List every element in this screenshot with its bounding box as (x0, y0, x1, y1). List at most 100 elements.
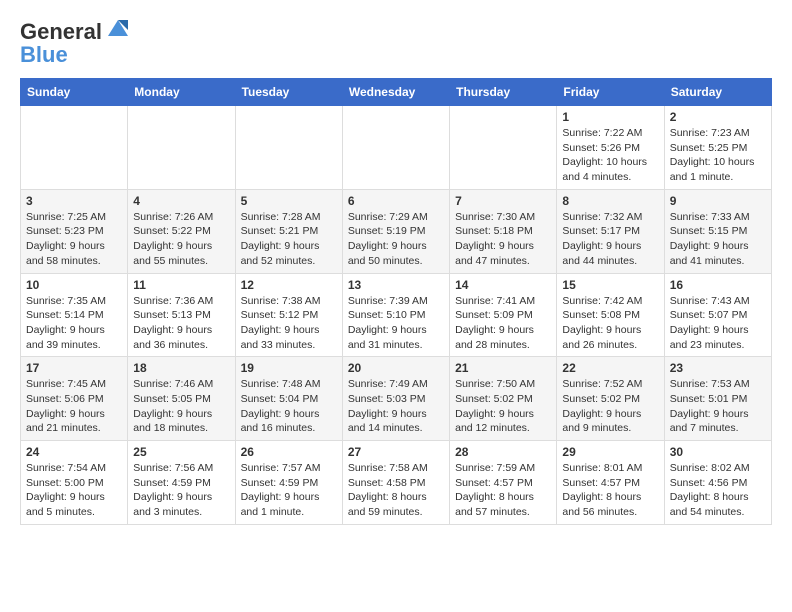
table-row (128, 106, 235, 190)
calendar-week-row: 10 Sunrise: 7:35 AM Sunset: 5:14 PM Dayli… (21, 273, 772, 357)
day-info: Sunrise: 7:57 AM Sunset: 4:59 PM Dayligh… (241, 461, 337, 520)
table-row: 26 Sunrise: 7:57 AM Sunset: 4:59 PM Dayli… (235, 441, 342, 525)
table-row: 1Sunrise: 7:22 AM Sunset: 5:26 PM Daylig… (557, 106, 664, 190)
table-row: 16 Sunrise: 7:43 AM Sunset: 5:07 PM Dayli… (664, 273, 771, 357)
day-number: 7 (455, 194, 551, 208)
table-row: 28Sunrise: 7:59 AM Sunset: 4:57 PM Dayli… (450, 441, 557, 525)
table-row: 29 Sunrise: 8:01 AM Sunset: 4:57 PM Dayli… (557, 441, 664, 525)
day-number: 4 (133, 194, 229, 208)
day-number: 12 (241, 278, 337, 292)
table-row: 19 Sunrise: 7:48 AM Sunset: 5:04 PM Dayli… (235, 357, 342, 441)
table-row (450, 106, 557, 190)
col-thursday: Thursday (450, 79, 557, 106)
calendar-week-row: 24Sunrise: 7:54 AM Sunset: 5:00 PM Dayli… (21, 441, 772, 525)
table-row: 2Sunrise: 7:23 AM Sunset: 5:25 PM Daylig… (664, 106, 771, 190)
table-row: 21 Sunrise: 7:50 AM Sunset: 5:02 PM Dayli… (450, 357, 557, 441)
day-number: 20 (348, 361, 444, 375)
day-number: 29 (562, 445, 658, 459)
logo-blue: Blue (20, 42, 132, 68)
table-row (235, 106, 342, 190)
day-number: 3 (26, 194, 122, 208)
day-info: Sunrise: 7:58 AM Sunset: 4:58 PM Dayligh… (348, 461, 444, 520)
day-number: 10 (26, 278, 122, 292)
day-info: Sunrise: 7:22 AM Sunset: 5:26 PM Dayligh… (562, 126, 658, 185)
col-tuesday: Tuesday (235, 79, 342, 106)
table-row: 12 Sunrise: 7:38 AM Sunset: 5:12 PM Dayli… (235, 273, 342, 357)
day-info: Sunrise: 7:29 AM Sunset: 5:19 PM Dayligh… (348, 210, 444, 269)
day-info: Sunrise: 8:02 AM Sunset: 4:56 PM Dayligh… (670, 461, 766, 520)
calendar-week-row: 3 Sunrise: 7:25 AM Sunset: 5:23 PM Daylig… (21, 189, 772, 273)
day-number: 6 (348, 194, 444, 208)
day-info: Sunrise: 7:48 AM Sunset: 5:04 PM Dayligh… (241, 377, 337, 436)
table-row: 6 Sunrise: 7:29 AM Sunset: 5:19 PM Daylig… (342, 189, 449, 273)
table-row: 14Sunrise: 7:41 AM Sunset: 5:09 PM Dayli… (450, 273, 557, 357)
day-number: 16 (670, 278, 766, 292)
table-row: 18 Sunrise: 7:46 AM Sunset: 5:05 PM Dayli… (128, 357, 235, 441)
table-row (342, 106, 449, 190)
day-number: 30 (670, 445, 766, 459)
day-number: 11 (133, 278, 229, 292)
col-wednesday: Wednesday (342, 79, 449, 106)
table-row: 22 Sunrise: 7:52 AM Sunset: 5:02 PM Dayli… (557, 357, 664, 441)
day-info: Sunrise: 7:35 AM Sunset: 5:14 PM Dayligh… (26, 294, 122, 353)
day-info: Sunrise: 7:42 AM Sunset: 5:08 PM Dayligh… (562, 294, 658, 353)
day-info: Sunrise: 7:45 AM Sunset: 5:06 PM Dayligh… (26, 377, 122, 436)
table-row: 13Sunrise: 7:39 AM Sunset: 5:10 PM Dayli… (342, 273, 449, 357)
day-info: Sunrise: 7:46 AM Sunset: 5:05 PM Dayligh… (133, 377, 229, 436)
day-number: 15 (562, 278, 658, 292)
day-info: Sunrise: 7:59 AM Sunset: 4:57 PM Dayligh… (455, 461, 551, 520)
table-row (21, 106, 128, 190)
day-info: Sunrise: 7:52 AM Sunset: 5:02 PM Dayligh… (562, 377, 658, 436)
day-info: Sunrise: 7:32 AM Sunset: 5:17 PM Dayligh… (562, 210, 658, 269)
day-number: 21 (455, 361, 551, 375)
day-info: Sunrise: 7:38 AM Sunset: 5:12 PM Dayligh… (241, 294, 337, 353)
day-number: 17 (26, 361, 122, 375)
table-row: 4 Sunrise: 7:26 AM Sunset: 5:22 PM Daylig… (128, 189, 235, 273)
day-info: Sunrise: 7:33 AM Sunset: 5:15 PM Dayligh… (670, 210, 766, 269)
col-monday: Monday (128, 79, 235, 106)
day-number: 22 (562, 361, 658, 375)
logo: General Blue (20, 16, 132, 68)
table-row: 9 Sunrise: 7:33 AM Sunset: 5:15 PM Daylig… (664, 189, 771, 273)
day-number: 9 (670, 194, 766, 208)
table-row: 20Sunrise: 7:49 AM Sunset: 5:03 PM Dayli… (342, 357, 449, 441)
day-number: 23 (670, 361, 766, 375)
day-number: 26 (241, 445, 337, 459)
day-number: 24 (26, 445, 122, 459)
day-info: Sunrise: 7:56 AM Sunset: 4:59 PM Dayligh… (133, 461, 229, 520)
table-row: 5 Sunrise: 7:28 AM Sunset: 5:21 PM Daylig… (235, 189, 342, 273)
col-friday: Friday (557, 79, 664, 106)
day-info: Sunrise: 7:28 AM Sunset: 5:21 PM Dayligh… (241, 210, 337, 269)
day-number: 18 (133, 361, 229, 375)
day-number: 27 (348, 445, 444, 459)
table-row: 24Sunrise: 7:54 AM Sunset: 5:00 PM Dayli… (21, 441, 128, 525)
day-info: Sunrise: 7:25 AM Sunset: 5:23 PM Dayligh… (26, 210, 122, 269)
calendar-header-row: Sunday Monday Tuesday Wednesday Thursday… (21, 79, 772, 106)
day-number: 8 (562, 194, 658, 208)
table-row: 10 Sunrise: 7:35 AM Sunset: 5:14 PM Dayli… (21, 273, 128, 357)
day-info: Sunrise: 7:23 AM Sunset: 5:25 PM Dayligh… (670, 126, 766, 185)
day-number: 14 (455, 278, 551, 292)
day-number: 19 (241, 361, 337, 375)
day-info: Sunrise: 8:01 AM Sunset: 4:57 PM Dayligh… (562, 461, 658, 520)
table-row: 15 Sunrise: 7:42 AM Sunset: 5:08 PM Dayli… (557, 273, 664, 357)
day-info: Sunrise: 7:53 AM Sunset: 5:01 PM Dayligh… (670, 377, 766, 436)
table-row: 27 Sunrise: 7:58 AM Sunset: 4:58 PM Dayli… (342, 441, 449, 525)
table-row: 7 Sunrise: 7:30 AM Sunset: 5:18 PM Daylig… (450, 189, 557, 273)
day-info: Sunrise: 7:50 AM Sunset: 5:02 PM Dayligh… (455, 377, 551, 436)
page-header: General Blue (20, 16, 772, 68)
calendar-week-row: 17 Sunrise: 7:45 AM Sunset: 5:06 PM Dayli… (21, 357, 772, 441)
col-saturday: Saturday (664, 79, 771, 106)
day-info: Sunrise: 7:30 AM Sunset: 5:18 PM Dayligh… (455, 210, 551, 269)
day-number: 25 (133, 445, 229, 459)
table-row: 23 Sunrise: 7:53 AM Sunset: 5:01 PM Dayli… (664, 357, 771, 441)
day-info: Sunrise: 7:26 AM Sunset: 5:22 PM Dayligh… (133, 210, 229, 269)
day-number: 5 (241, 194, 337, 208)
table-row: 17 Sunrise: 7:45 AM Sunset: 5:06 PM Dayli… (21, 357, 128, 441)
day-info: Sunrise: 7:43 AM Sunset: 5:07 PM Dayligh… (670, 294, 766, 353)
calendar-table: Sunday Monday Tuesday Wednesday Thursday… (20, 78, 772, 525)
table-row: 25 Sunrise: 7:56 AM Sunset: 4:59 PM Dayli… (128, 441, 235, 525)
table-row: 3 Sunrise: 7:25 AM Sunset: 5:23 PM Daylig… (21, 189, 128, 273)
col-sunday: Sunday (21, 79, 128, 106)
table-row: 8 Sunrise: 7:32 AM Sunset: 5:17 PM Daylig… (557, 189, 664, 273)
